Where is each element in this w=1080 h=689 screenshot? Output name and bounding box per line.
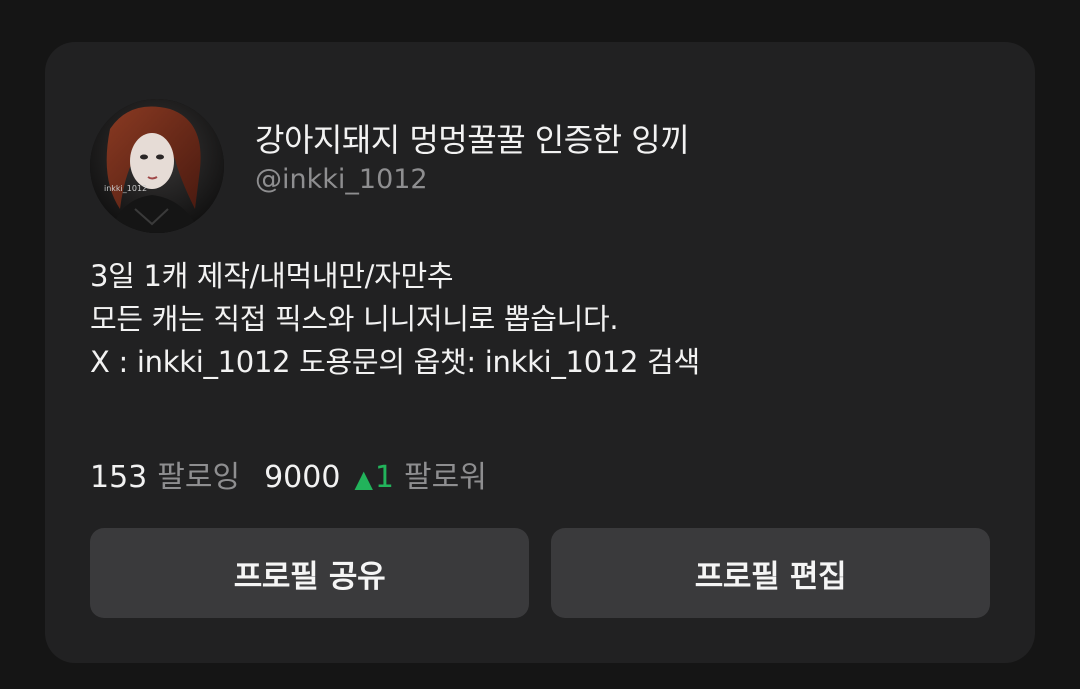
avatar-image: inkki_1012 bbox=[90, 99, 224, 233]
followers-label: 팔로워 bbox=[404, 460, 487, 495]
avatar-watermark: inkki_1012 bbox=[104, 184, 147, 193]
profile-card: inkki_1012 강아지돼지 멍멍꿀꿀 인증한 잉끼 @inkki_1012… bbox=[45, 42, 1035, 663]
followers-count: 9000 bbox=[264, 460, 341, 495]
followers-delta-value: 1 bbox=[374, 460, 394, 495]
bio: 3일 1캐 제작/내먹내만/자만추 모든 캐는 직접 픽스와 니니저니로 뽑습니… bbox=[90, 255, 990, 384]
following-label: 팔로잉 bbox=[157, 460, 241, 495]
following-count: 153 bbox=[90, 460, 148, 495]
following-stat[interactable]: 153 팔로잉 bbox=[90, 452, 240, 496]
avatar[interactable]: inkki_1012 bbox=[90, 99, 224, 233]
follow-stats: 153 팔로잉 9000 ▲ 1 팔로워 bbox=[90, 452, 487, 496]
bio-line: 모든 캐는 직접 픽스와 니니저니로 뽑습니다. bbox=[90, 302, 619, 336]
followers-delta-badge: ▲ 1 bbox=[354, 460, 394, 495]
share-profile-button[interactable]: 프로필 공유 bbox=[90, 528, 529, 618]
bio-line: 3일 1캐 제작/내먹내만/자만추 bbox=[90, 259, 454, 293]
followers-stat[interactable]: 9000 ▲ 1 팔로워 bbox=[264, 452, 487, 496]
display-name: 강아지돼지 멍멍꿀꿀 인증한 잉끼 bbox=[255, 121, 690, 159]
bio-line: X : inkki_1012 도용문의 옵챗: inkki_1012 검색 bbox=[90, 345, 700, 379]
edit-profile-button[interactable]: 프로필 편집 bbox=[551, 528, 990, 618]
username-handle: @inkki_1012 bbox=[255, 164, 428, 195]
up-arrow-icon: ▲ bbox=[354, 465, 373, 493]
